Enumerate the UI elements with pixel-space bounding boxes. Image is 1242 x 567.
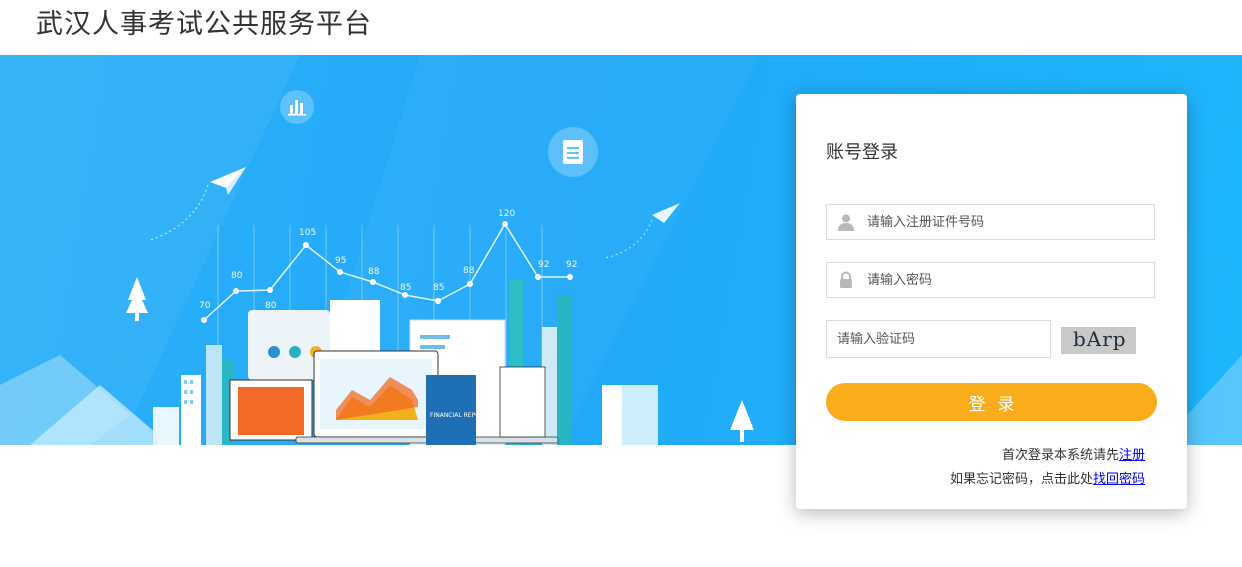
- password-input[interactable]: [867, 263, 1147, 297]
- register-line: 首次登录本系统请先注册: [950, 444, 1145, 468]
- captcha-input[interactable]: [837, 321, 1037, 357]
- chart-value-label: 120: [498, 209, 515, 219]
- chart-value-label: 88: [368, 267, 380, 277]
- chart-value-label: 92: [566, 260, 577, 270]
- register-prompt: 首次登录本系统请先: [1001, 448, 1119, 463]
- login-button[interactable]: 登录: [826, 383, 1157, 421]
- user-icon: [838, 214, 854, 231]
- forgot-password-link[interactable]: 找回密码: [1093, 472, 1145, 487]
- password-field: [826, 262, 1155, 298]
- chart-value-label: 95: [335, 256, 346, 266]
- chart-value-label: 80: [265, 301, 277, 311]
- chart-value-label: 85: [433, 283, 444, 293]
- chart-value-label: 88: [463, 266, 475, 276]
- login-help-links: 首次登录本系统请先注册 如果忘记密码，点击此处找回密码: [950, 444, 1145, 492]
- chart-value-label: 105: [299, 228, 316, 238]
- page-header: 武汉人事考试公共服务平台: [0, 0, 1242, 55]
- report-label: FINANCIAL REPORT: [430, 412, 488, 419]
- chart-value-label: 70: [199, 301, 211, 311]
- tree-icon: [730, 400, 754, 442]
- lock-icon: [840, 271, 852, 288]
- bar-chart-icon: [280, 90, 314, 124]
- captcha-image[interactable]: bArp: [1061, 327, 1136, 354]
- forgot-line: 如果忘记密码，点击此处找回密码: [950, 468, 1145, 492]
- login-title: 账号登录: [826, 142, 898, 163]
- chart-value-label: 80: [231, 271, 243, 281]
- chart-value-label: 85: [400, 283, 411, 293]
- forgot-prompt: 如果忘记密码，点击此处: [949, 472, 1093, 487]
- chart-value-label: 92: [538, 260, 549, 270]
- register-link[interactable]: 注册: [1119, 448, 1145, 463]
- document-icon: [548, 127, 598, 177]
- captcha-text: bArp: [1073, 327, 1127, 351]
- id-number-field: [826, 204, 1155, 240]
- id-number-input[interactable]: [867, 205, 1147, 239]
- login-card: 账号登录 bArp 登录 首次登录本系统请先注册 如果忘记密码，点击此处找回密码: [796, 94, 1187, 509]
- site-title: 武汉人事考试公共服务平台: [36, 9, 372, 40]
- captcha-field: [826, 320, 1051, 358]
